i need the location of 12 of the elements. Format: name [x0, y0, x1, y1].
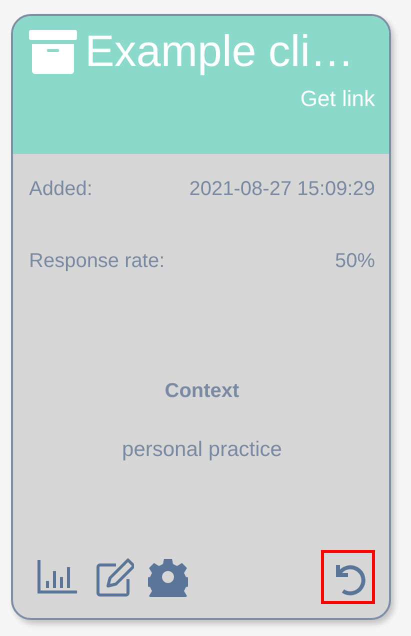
field-value: 50% — [334, 249, 375, 274]
field-label: Added: — [29, 177, 92, 202]
field-value: 2021-08-27 15:09:29 — [189, 177, 375, 202]
edit-icon — [94, 557, 134, 597]
gear-icon — [148, 557, 188, 597]
get-link[interactable]: Get link — [300, 86, 375, 111]
context-text: personal practice — [121, 437, 283, 463]
archive-icon — [29, 30, 77, 74]
card-title: Example cli… — [85, 30, 354, 74]
field-label: Response rate: — [29, 249, 165, 274]
restore-button[interactable] — [321, 550, 375, 604]
context-heading: Context — [164, 379, 240, 404]
